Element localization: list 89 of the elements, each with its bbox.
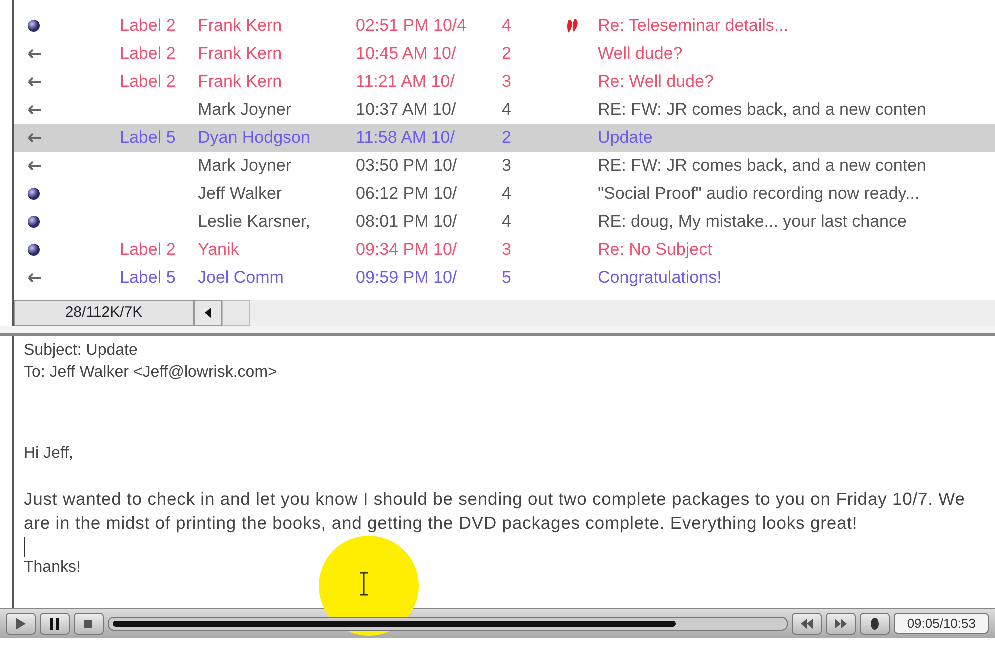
time-text: 09:59 PM 10/ [356,268,458,288]
sender-text: Dyan Hodgson [198,128,310,148]
closing-text: Thanks! [24,558,82,578]
sender-text: Mark Joyner [198,100,292,120]
subject-text: Re: Teleseminar details... [598,15,789,38]
count-text: 2 [502,44,512,64]
message-row[interactable]: Label 2 Frank Kern 10:45 AM 10/ 2 Well dude? [14,40,995,68]
volume-button[interactable] [860,612,890,634]
to-line: To: Jeff Walker <Jeff@lowrisk.com> [24,363,278,384]
message-row[interactable]: Mark Joyner 03:50 PM 10/ 3 RE: FW: JR comes back, and a new conten [14,152,995,180]
unread-dot-icon [28,216,40,228]
seek-fill[interactable] [113,620,676,626]
message-row[interactable]: Label 2 Yanik 09:34 PM 10/ 3 Re: No Subject [14,236,995,264]
left-arrow-icon [28,133,41,143]
pause-button[interactable] [40,612,70,634]
message-row[interactable]: Label 5 Joel Comm 09:59 PM 10/ 5 Congratulations! [14,264,995,292]
sender-text: Frank Kern [198,16,282,36]
label-text: Label 5 [120,128,176,148]
left-arrow-icon [28,161,41,171]
time-text: 02:51 PM 10/4 [356,16,467,36]
count-text: 4 [502,184,512,204]
status-info: 28/112K/7K [14,300,194,326]
subject-text: "Social Proof" audio recording now ready... [598,183,920,206]
count-text: 4 [502,100,512,120]
time-text: 09:34 PM 10/ [356,240,458,260]
unread-dot-icon [28,244,40,256]
message-row[interactable]: Leslie Karsner, 08:01 PM 10/ 4 RE: doug, My mistake... your last chance [14,208,995,236]
sender-text: Yanik [198,240,240,260]
time-text: 06:12 PM 10/ [356,184,458,204]
fast-forward-button[interactable] [826,612,856,634]
play-button[interactable] [6,612,36,634]
count-text: 3 [502,156,512,176]
subject-text: Congratulations! [598,267,722,290]
sender-text: Frank Kern [198,44,282,64]
scroll-left-button[interactable] [194,300,222,326]
stop-button[interactable] [74,612,104,634]
subject-text: RE: FW: JR comes back, and a new conten [598,99,926,122]
body-paragraph: Just wanted to check in and let you know I should be sending out two complete packages to you on Friday 10/7. We are in the midst of printing the books, and getting the DVD packages complete. Everything looks great! [24,488,966,536]
pause-icon [48,616,62,630]
left-triangle-icon [205,308,211,318]
count-text: 4 [502,212,512,232]
forward-icon [834,616,848,630]
greeting-text: Hi Jeff, [24,444,74,464]
unread-dot-icon [28,20,40,32]
count-text: 3 [502,72,512,92]
time-text: 10:37 AM 10/ [356,100,456,120]
unread-dot-icon [28,188,40,200]
left-arrow-icon [28,49,41,59]
rewind-icon [800,616,814,630]
count-text: 4 [502,16,512,36]
left-arrow-icon [28,77,41,87]
sender-text: Jeff Walker [198,184,282,204]
subject-text: Update [598,127,653,150]
time-text: 03:50 PM 10/ [356,156,458,176]
left-arrow-icon [28,105,41,115]
subject-line: Subject: Update [24,341,139,361]
subject-text: Well dude? [598,43,683,66]
sender-text: Frank Kern [198,72,282,92]
message-row[interactable]: Label 5 Dyan Hodgson 11:58 AM 10/ 2 Update [14,124,995,152]
subject-text: RE: doug, My mistake... your last chance [598,211,907,234]
label-text: Label 2 [120,44,176,64]
seek-track[interactable] [108,616,788,630]
text-caret [24,537,25,558]
label-text: Label 2 [120,240,176,260]
subject-text: Re: No Subject [598,239,712,262]
sender-text: Mark Joyner [198,156,292,176]
count-text: 2 [502,128,512,148]
count-text: 5 [502,268,512,288]
sender-text: Leslie Karsner, [198,212,310,232]
play-icon [14,616,28,630]
sender-text: Joel Comm [198,268,284,288]
message-row[interactable]: Jeff Walker 06:12 PM 10/ 4 "Social Proof" audio recording now ready... [14,180,995,208]
subject-text: Re: Well dude? [598,71,714,94]
label-text: Label 5 [120,268,176,288]
time-text: 11:58 AM 10/ [356,128,455,148]
label-text: Label 2 [120,16,176,36]
message-row[interactable]: Label 2 Frank Kern 02:51 PM 10/4 4 Re: Teleseminar details... [14,12,995,40]
label-text: Label 2 [120,72,176,92]
ibeam-cursor-icon [358,572,370,596]
message-row[interactable]: Label 2 Frank Kern 11:21 AM 10/ 3 Re: Well dude? [14,68,995,96]
rewind-button[interactable] [792,612,822,634]
message-row[interactable]: Mark Joyner 10:37 AM 10/ 4 RE: FW: JR comes back, and a new conten [14,96,995,124]
time-text: 08:01 PM 10/ [356,212,458,232]
time-display: 09:05/10:53 [894,612,989,634]
left-arrow-icon [28,273,41,283]
subject-text: RE: FW: JR comes back, and a new conten [598,155,926,178]
count-text: 3 [502,240,512,260]
time-text: 11:21 AM 10/ [356,72,455,92]
time-text: 10:45 AM 10/ [356,44,456,64]
